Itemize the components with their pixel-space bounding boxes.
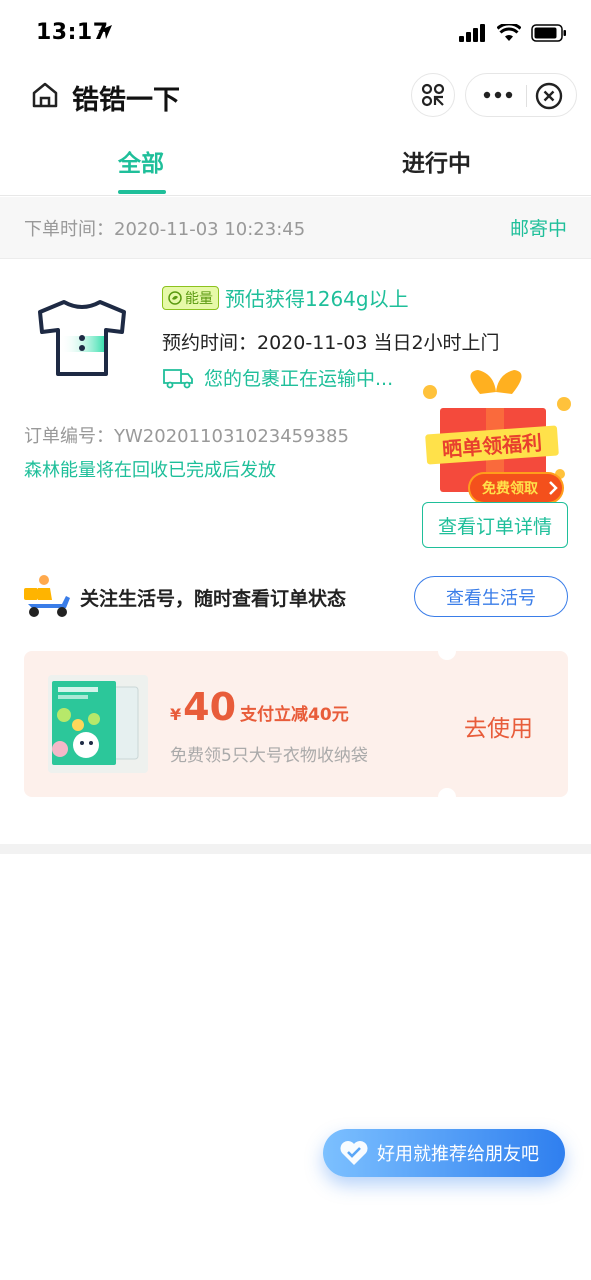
nav-bar: 锆锆一下 — [0, 70, 591, 122]
tab-all[interactable]: 全部 — [118, 144, 164, 178]
tab-bar: 全部 进行中 — [0, 128, 591, 196]
capsule-divider — [526, 85, 527, 107]
wifi-icon — [497, 24, 521, 41]
coupon-subtitle: 免费领5只大号衣物收纳袋 — [170, 746, 368, 766]
coupon-price: ¥ 40 支付立减40元 — [170, 685, 349, 729]
more-icon[interactable] — [482, 83, 514, 107]
storage-bag-product-image — [48, 675, 148, 773]
tab-indicator — [118, 190, 166, 194]
energy-badge: 能量 — [162, 285, 219, 310]
close-icon[interactable] — [534, 81, 564, 111]
appointment-time: 预约时间：2020-11-03 当日2小时上门 — [162, 332, 500, 354]
delivery-truck-icon — [163, 368, 193, 388]
scan-button[interactable] — [411, 73, 455, 117]
order-time: 下单时间：2020-11-03 10:23:45 — [24, 219, 306, 240]
shipping-row: 您的包裹正在运输中... — [162, 364, 393, 391]
location-arrow-icon — [98, 25, 112, 39]
scan-icon — [421, 83, 445, 107]
gift-promo-banner[interactable]: 晒单领福利 免费领取 — [422, 370, 572, 506]
coupon-notch-top — [438, 651, 456, 660]
status-bar: 13:17 — [0, 0, 591, 70]
order-header: 下单时间：2020-11-03 10:23:45 邮寄中 — [0, 197, 591, 259]
recommend-to-friends-button[interactable]: 好用就推荐给朋友吧 — [323, 1129, 565, 1177]
home-icon[interactable] — [30, 80, 60, 110]
section-separator — [0, 844, 591, 854]
energy-leaf-icon — [168, 290, 182, 305]
coupon-card[interactable]: ¥ 40 支付立减40元 免费领5只大号衣物收纳袋 去使用 — [24, 651, 568, 797]
coupon-desc: 支付立减40元 — [240, 705, 349, 725]
energy-badge-label: 能量 — [185, 290, 213, 307]
tab-in-progress[interactable]: 进行中 — [402, 144, 471, 178]
follow-prompt: 关注生活号，随时查看订单状态 — [80, 588, 347, 610]
page-title: 锆锆一下 — [72, 85, 180, 116]
coupon-amount: 40 — [183, 685, 237, 729]
coupon-notch-bottom — [438, 788, 456, 797]
storage-bag-illustration — [48, 675, 148, 773]
view-life-account-button[interactable]: 查看生活号 — [414, 576, 568, 617]
recommend-label: 好用就推荐给朋友吧 — [377, 1144, 539, 1165]
tshirt-icon — [38, 300, 126, 376]
gift-cta-text: 免费领取 — [482, 480, 539, 497]
heart-icon — [340, 1141, 368, 1165]
forest-energy-note: 森林能量将在回收已完成后发放 — [24, 460, 276, 481]
view-order-detail-button[interactable]: 查看订单详情 — [422, 502, 568, 548]
order-number: 订单编号：YW202011031023459385 — [24, 426, 349, 447]
mini-program-capsule — [465, 73, 577, 117]
energy-estimate: 预估获得1264g以上 — [225, 287, 409, 311]
order-status: 邮寄中 — [509, 218, 567, 240]
energy-row: 能量 预估获得1264g以上 — [162, 283, 409, 312]
signal-icon — [459, 24, 485, 42]
coupon-use-button[interactable]: 去使用 — [464, 709, 533, 743]
battery-icon — [531, 24, 566, 42]
courier-scooter-icon — [24, 575, 70, 617]
status-icons — [459, 24, 567, 42]
coupon-currency: ¥ — [170, 705, 182, 724]
shipping-status: 您的包裹正在运输中... — [204, 368, 394, 390]
